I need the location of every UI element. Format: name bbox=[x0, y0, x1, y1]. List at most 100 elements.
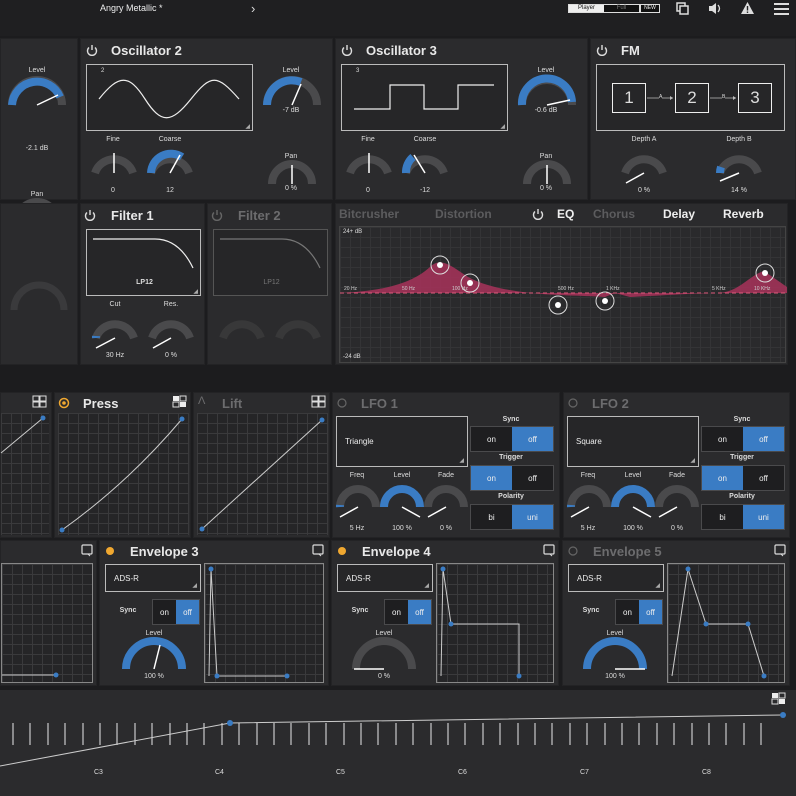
osc3-power-icon[interactable] bbox=[341, 44, 353, 56]
lfo1-fade-knob[interactable] bbox=[424, 483, 468, 518]
envelope-left-graph[interactable] bbox=[1, 563, 93, 683]
filter1-response-display[interactable]: LP12 ◢ bbox=[86, 229, 201, 296]
filter2-response-display[interactable]: LP12 bbox=[213, 229, 328, 296]
lfo1-trigger-toggle[interactable]: on off bbox=[470, 465, 554, 491]
trigger-on-option[interactable]: on bbox=[471, 466, 512, 490]
envelope-loop-icon[interactable] bbox=[81, 544, 93, 557]
env4-level-knob[interactable] bbox=[350, 637, 418, 673]
lfo1-wave-select[interactable]: Triangle ◢ bbox=[336, 416, 468, 467]
osc2-waveform-display[interactable]: 2 ◢ bbox=[86, 64, 253, 131]
polarity-uni-option[interactable]: uni bbox=[512, 505, 553, 529]
polarity-bi-option[interactable]: bi bbox=[471, 505, 512, 529]
sync-off-option[interactable]: off bbox=[408, 600, 431, 624]
env5-power-icon[interactable] bbox=[567, 545, 579, 557]
env4-sync-toggle[interactable]: on off bbox=[384, 599, 432, 625]
lfo2-sync-toggle[interactable]: on off bbox=[701, 426, 785, 452]
tab-eq[interactable]: EQ bbox=[557, 207, 574, 221]
env3-loop-icon[interactable] bbox=[312, 544, 324, 557]
fm-depth-a-knob[interactable] bbox=[620, 147, 668, 184]
lift-icon[interactable]: Λ bbox=[198, 395, 205, 407]
press-power-icon[interactable] bbox=[58, 397, 70, 409]
lfo2-level-knob[interactable] bbox=[611, 483, 655, 518]
sync-on-option[interactable]: on bbox=[702, 427, 743, 451]
tab-distortion[interactable]: Distortion bbox=[435, 207, 492, 221]
env3-power-icon[interactable] bbox=[104, 545, 116, 557]
sync-off-option[interactable]: off bbox=[176, 600, 199, 624]
osc3-fine-knob[interactable] bbox=[345, 147, 393, 177]
filter2-cut-knob[interactable] bbox=[218, 312, 266, 342]
fm-depth-b-knob[interactable] bbox=[715, 147, 763, 182]
grid-toggle-icon[interactable] bbox=[172, 395, 187, 408]
lfo2-power-icon[interactable] bbox=[567, 397, 579, 409]
tab-bitcrusher[interactable]: Bitcrusher bbox=[339, 207, 399, 221]
eq-band-handles[interactable] bbox=[340, 227, 787, 364]
fm-power-icon[interactable] bbox=[596, 44, 608, 56]
env5-loop-icon[interactable] bbox=[774, 544, 786, 557]
lfo1-power-icon[interactable] bbox=[336, 397, 348, 409]
speaker-icon[interactable] bbox=[708, 2, 722, 15]
sync-on-option[interactable]: on bbox=[616, 600, 639, 624]
fm-node-1[interactable]: 1 bbox=[612, 83, 646, 113]
osc2-level-knob[interactable] bbox=[261, 75, 323, 111]
tab-chorus[interactable]: Chorus bbox=[593, 207, 635, 221]
lfo2-trigger-toggle[interactable]: on off bbox=[701, 465, 785, 491]
warning-icon[interactable] bbox=[741, 2, 754, 15]
lfo1-level-knob[interactable] bbox=[380, 483, 424, 518]
lfo2-polarity-toggle[interactable]: bi uni bbox=[701, 504, 785, 530]
sync-on-option[interactable]: on bbox=[385, 600, 408, 624]
new-badge[interactable]: NEW bbox=[640, 4, 660, 13]
osc3-waveform-display[interactable]: 3 ◢ bbox=[341, 64, 508, 131]
env3-mode-select[interactable]: ADS-R ◢ bbox=[105, 564, 201, 592]
menu-icon[interactable] bbox=[774, 2, 789, 15]
grid-toggle-icon[interactable] bbox=[32, 395, 47, 408]
lift-curve-editor[interactable] bbox=[197, 413, 328, 535]
keytrack-curve[interactable] bbox=[0, 690, 796, 796]
sync-off-option[interactable]: off bbox=[639, 600, 662, 624]
env4-graph[interactable] bbox=[436, 563, 554, 683]
sync-on-option[interactable]: on bbox=[471, 427, 512, 451]
osc2-coarse-knob[interactable] bbox=[146, 147, 194, 177]
osc3-level-knob[interactable] bbox=[516, 74, 578, 111]
osc3-pan-knob[interactable] bbox=[522, 160, 572, 188]
filter1-res-knob[interactable] bbox=[147, 312, 195, 349]
env3-level-knob[interactable] bbox=[120, 637, 188, 673]
env5-level-knob[interactable] bbox=[581, 637, 649, 673]
sync-off-option[interactable]: off bbox=[743, 427, 784, 451]
filter2-power-icon[interactable] bbox=[211, 209, 223, 221]
trigger-on-option[interactable]: on bbox=[702, 466, 743, 490]
fm-node-2[interactable]: 2 bbox=[675, 83, 709, 113]
polarity-uni-option[interactable]: uni bbox=[743, 505, 784, 529]
env4-mode-select[interactable]: ADS-R ◢ bbox=[337, 564, 433, 592]
polarity-bi-option[interactable]: bi bbox=[702, 505, 743, 529]
preset-name[interactable]: Angry Metallic * bbox=[100, 3, 163, 13]
press-curve-editor[interactable] bbox=[58, 413, 189, 535]
player-view-option[interactable]: Player bbox=[569, 5, 604, 12]
eq-graph[interactable]: 24+ dB -24 dB 20 Hz 50 Hz 100 Hz 500 Hz … bbox=[339, 226, 787, 364]
full-view-option[interactable]: Full bbox=[604, 5, 639, 12]
env4-loop-icon[interactable] bbox=[543, 544, 555, 557]
eq-power-icon[interactable] bbox=[532, 208, 544, 220]
preset-next-button[interactable]: › bbox=[251, 1, 255, 16]
lfo2-freq-knob[interactable] bbox=[566, 483, 611, 518]
env4-power-icon[interactable] bbox=[336, 545, 348, 557]
env5-sync-toggle[interactable]: on off bbox=[615, 599, 663, 625]
fm-node-3[interactable]: 3 bbox=[738, 83, 772, 113]
filter1-power-icon[interactable] bbox=[84, 209, 96, 221]
osc1-level-knob[interactable] bbox=[6, 75, 68, 111]
sync-off-option[interactable]: off bbox=[512, 427, 553, 451]
lfo2-wave-select[interactable]: Square ◢ bbox=[567, 416, 699, 467]
env5-mode-select[interactable]: ADS-R ◢ bbox=[568, 564, 664, 592]
trigger-off-option[interactable]: off bbox=[743, 466, 784, 490]
osc3-coarse-knob[interactable] bbox=[401, 147, 449, 177]
lfo1-freq-knob[interactable] bbox=[335, 483, 380, 518]
env5-graph[interactable] bbox=[667, 563, 785, 683]
trigger-off-option[interactable]: off bbox=[512, 466, 553, 490]
resize-icon[interactable] bbox=[676, 2, 689, 15]
osc2-pan-knob[interactable] bbox=[267, 160, 317, 188]
lfo1-polarity-toggle[interactable]: bi uni bbox=[470, 504, 554, 530]
env3-graph[interactable] bbox=[204, 563, 324, 683]
preset-prev-button[interactable] bbox=[10, 7, 20, 19]
view-mode-switch[interactable]: Player Full bbox=[568, 4, 640, 13]
osc2-power-icon[interactable] bbox=[86, 44, 98, 56]
lfo2-fade-knob[interactable] bbox=[655, 483, 699, 518]
